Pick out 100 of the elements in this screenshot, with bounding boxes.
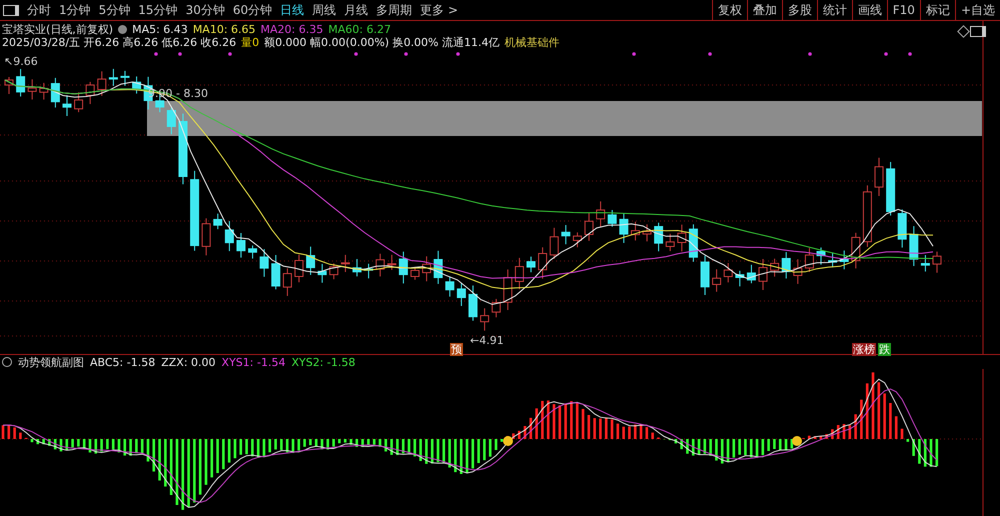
toolbar-button[interactable]: 多股 xyxy=(782,0,817,20)
candlestick xyxy=(468,284,478,322)
period-tab[interactable]: 60分钟 xyxy=(228,0,276,20)
ma-value: MA5: 6.43 xyxy=(132,23,188,36)
quote-text: 额0.000 幅0.00(0.00%) 换0.00% 流通11.4亿 xyxy=(264,36,500,49)
ma-value: MA10: 6.65 xyxy=(192,23,256,36)
candlestick xyxy=(294,254,304,283)
candlestick xyxy=(712,268,722,292)
candlestick xyxy=(74,92,84,113)
period-tab[interactable]: 月线 xyxy=(340,0,372,20)
ma-value: MA60: 6.27 xyxy=(328,23,391,36)
settings-icon[interactable] xyxy=(2,357,12,367)
candlestick xyxy=(538,246,548,280)
candlestick xyxy=(584,212,594,242)
ma-value: MA20: 6.35 xyxy=(260,23,324,36)
period-tab[interactable]: 1分钟 xyxy=(55,0,95,20)
candlestick xyxy=(456,282,466,306)
candlestick xyxy=(909,226,918,267)
candlestick xyxy=(132,76,142,94)
indicator-title: 动势领航副图 xyxy=(18,354,84,370)
candlestick xyxy=(50,77,60,108)
indicator-value: ABC5: -1.58 xyxy=(90,356,156,368)
signal-tag: 预 xyxy=(450,343,463,356)
period-tab[interactable]: 更多 > xyxy=(416,0,462,20)
candlestick xyxy=(166,106,176,135)
candlestick xyxy=(120,70,130,86)
candlestick xyxy=(39,82,48,100)
candlestick xyxy=(666,233,675,252)
candlestick xyxy=(492,298,501,318)
toolbar-button[interactable]: +自选 xyxy=(954,0,1000,20)
candlestick xyxy=(364,263,374,279)
candlestick xyxy=(735,270,744,287)
candlestick xyxy=(480,308,490,332)
candlestick xyxy=(271,254,280,290)
candlestick xyxy=(514,257,524,290)
candlestick xyxy=(816,246,826,266)
candlestick xyxy=(318,263,327,284)
candlestick xyxy=(260,248,269,278)
candlestick xyxy=(352,258,362,277)
toolbar-button[interactable]: 画线 xyxy=(852,0,887,20)
candlestick xyxy=(758,258,768,290)
candlestick xyxy=(202,218,211,256)
period-tab[interactable]: 5分钟 xyxy=(94,0,134,20)
candlestick xyxy=(700,255,710,296)
candlestick xyxy=(178,113,188,185)
candlestick xyxy=(503,268,512,311)
candlestick xyxy=(654,222,664,252)
period-tab[interactable]: 日线 xyxy=(276,0,308,20)
candlestick xyxy=(108,68,118,86)
candlestick xyxy=(376,253,385,277)
candlestick xyxy=(932,251,942,274)
candlestick xyxy=(619,212,628,244)
toolbar-button[interactable]: 统计 xyxy=(816,0,852,20)
low-price-label: ←4.91 xyxy=(470,334,504,347)
candlestick xyxy=(236,232,246,258)
period-tab[interactable]: 周线 xyxy=(308,0,340,20)
quote-text: 2025/03/28/五 开6.26 高6.26 低6.26 收6.26 xyxy=(2,36,236,49)
candlestick xyxy=(862,184,872,248)
candlestick xyxy=(445,276,454,298)
candlestick xyxy=(526,256,536,273)
candlestick xyxy=(4,76,14,94)
period-tab[interactable]: 15分钟 xyxy=(134,0,182,20)
candlestick xyxy=(782,252,791,279)
candlestick xyxy=(630,221,640,241)
toolbar-button[interactable]: 叠加 xyxy=(746,0,782,20)
candlestick xyxy=(572,232,582,248)
candlestick xyxy=(248,244,258,260)
quote-text: 机械基础件 xyxy=(504,36,560,49)
candlestick xyxy=(561,224,570,245)
panel-toggle-icon[interactable] xyxy=(3,4,19,16)
candlestick xyxy=(840,250,849,270)
candlestick xyxy=(398,251,408,284)
period-tab[interactable]: 30分钟 xyxy=(182,0,229,20)
high-price-label: ↖9.66 xyxy=(4,55,38,68)
toolbar-button[interactable]: F10 xyxy=(886,0,920,20)
candlestick xyxy=(329,262,338,280)
period-tab[interactable]: 多周期 xyxy=(372,0,416,20)
period-tab[interactable]: 分时 xyxy=(23,0,55,20)
candlestick xyxy=(874,157,884,197)
candlestick xyxy=(62,94,72,117)
candlestick xyxy=(920,254,930,272)
candlestick xyxy=(746,264,756,284)
candlestick xyxy=(86,81,95,105)
candlestick xyxy=(886,161,896,216)
candlestick xyxy=(724,262,733,283)
dropdown-icon[interactable] xyxy=(118,25,128,34)
candlestick xyxy=(422,256,432,282)
candlestick xyxy=(213,213,222,230)
candlestick xyxy=(828,252,838,268)
toolbar-button[interactable]: 标记 xyxy=(920,0,955,20)
candlestick xyxy=(224,220,234,252)
stock-title: 宝塔实业(日线,前复权) xyxy=(2,23,114,36)
candlestick xyxy=(306,246,316,276)
signal-tag: 跌 xyxy=(878,343,891,356)
candlestick xyxy=(550,227,559,260)
candlestick xyxy=(898,208,907,248)
toolbar-button[interactable]: 复权 xyxy=(712,0,747,20)
panel-toggle-icon[interactable] xyxy=(970,26,986,37)
candlestick xyxy=(596,200,606,228)
candlestick xyxy=(793,258,802,284)
